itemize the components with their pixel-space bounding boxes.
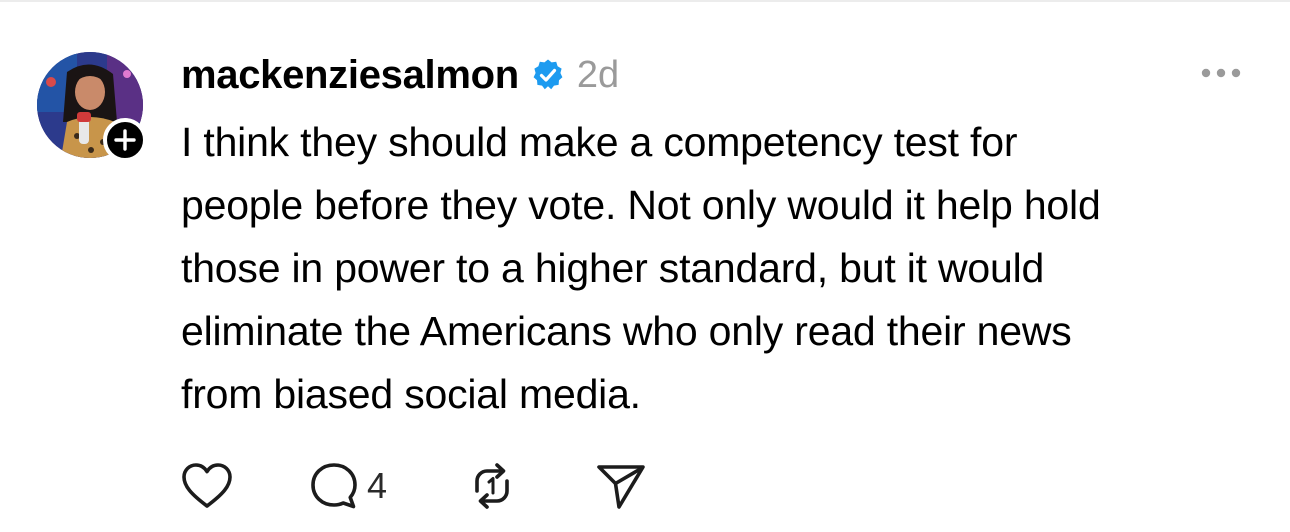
post-text: I think they should make a competency te… [181, 111, 1271, 426]
avatar-container[interactable] [37, 52, 147, 162]
comment-bubble-icon [311, 463, 357, 509]
send-paper-plane-icon [597, 465, 645, 509]
like-button[interactable] [181, 460, 233, 512]
post-text-line: from biased social media. [181, 371, 641, 417]
heart-icon [182, 463, 232, 508]
repost-button[interactable] [467, 460, 517, 512]
reply-button[interactable]: 4 [309, 460, 387, 512]
repost-arrows-icon [475, 463, 509, 509]
follow-button[interactable] [103, 118, 147, 162]
post-text-line: I think they should make a competency te… [181, 119, 1018, 165]
username[interactable]: mackenziesalmon [181, 53, 519, 98]
post-text-line: those in power to a higher standard, but… [181, 245, 1045, 291]
post-text-line: eliminate the Americans who only read th… [181, 308, 1072, 354]
post-header: mackenziesalmon 2d [181, 50, 619, 100]
verified-badge-icon [533, 59, 563, 90]
more-options-button[interactable] [1196, 60, 1246, 86]
reply-count: 4 [367, 465, 388, 506]
post-timestamp: 2d [576, 53, 620, 96]
thread-post: mackenziesalmon 2d I think they should m… [0, 0, 1290, 532]
more-horizontal-icon [1201, 68, 1241, 78]
plus-icon [114, 129, 136, 151]
post-text-line: people before they vote. Not only would … [181, 182, 1101, 228]
share-button[interactable] [595, 460, 647, 512]
